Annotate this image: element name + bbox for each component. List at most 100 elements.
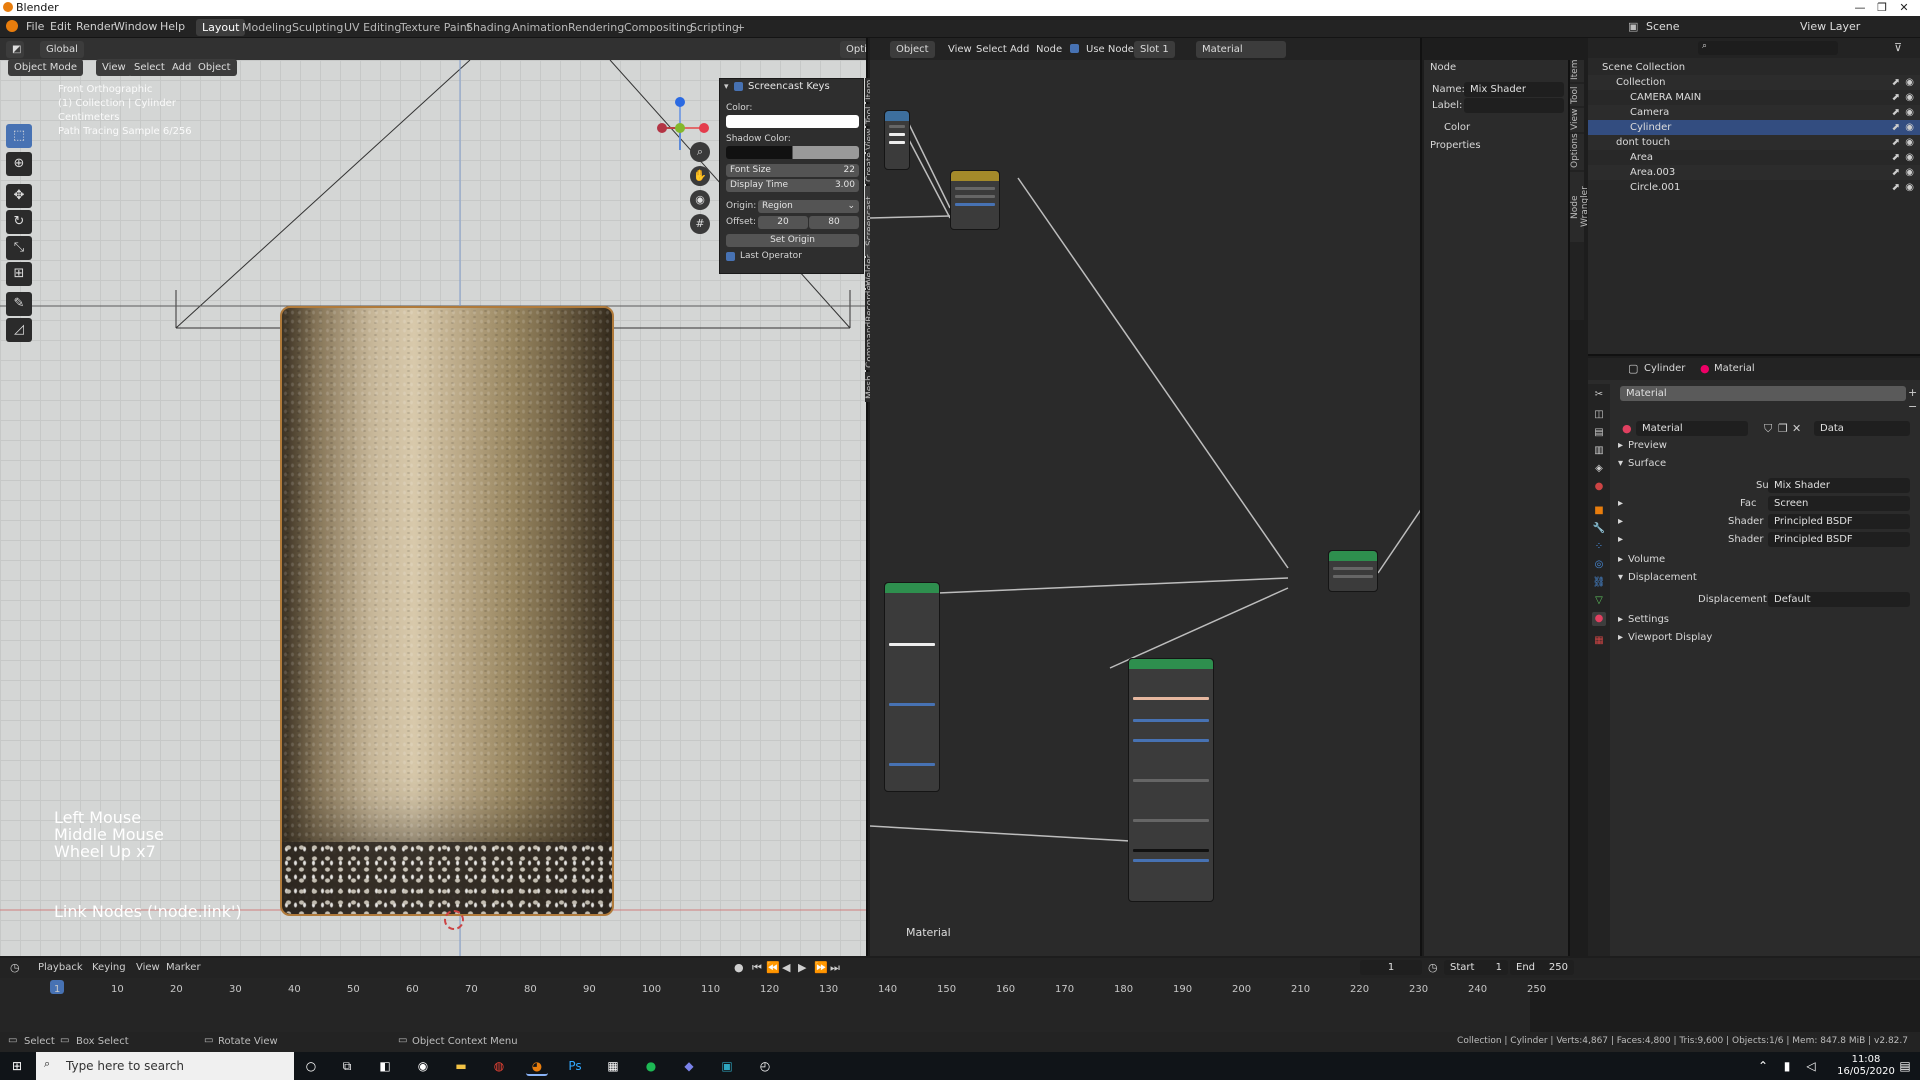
section-preview[interactable]: Preview (1628, 440, 1667, 451)
tab-node-wrangler[interactable]: Node Wrangler (1570, 172, 1590, 242)
outliner-row[interactable]: Area ⬈ ◉ (1588, 150, 1920, 165)
shadow-color-swatch[interactable] (726, 146, 859, 159)
prev-keyframe-icon[interactable]: ⏪ (766, 961, 780, 974)
object-props-icon[interactable]: ■ (1592, 504, 1606, 518)
material-browse-icon[interactable]: ● (1622, 422, 1632, 435)
move-tool-icon[interactable]: ✥ (6, 184, 32, 208)
offset-x-field[interactable]: 20 (758, 216, 808, 229)
file-explorer-icon[interactable]: ▬ (450, 1056, 472, 1076)
menu-help[interactable]: Help (160, 20, 185, 33)
section-volume[interactable]: Volume (1628, 554, 1665, 565)
duplicate-icon[interactable]: ❐ (1778, 422, 1788, 435)
mix-shader-node[interactable] (1328, 550, 1378, 592)
end-frame-field[interactable]: End 250 (1510, 960, 1574, 975)
last-operator-checkbox[interactable] (726, 252, 735, 261)
selectable-toggle-icon[interactable]: ⬈ (1892, 180, 1900, 195)
select-tool-icon[interactable]: ⬚ (6, 124, 32, 148)
origin-select[interactable]: Region ⌄ (758, 200, 859, 213)
visibility-eye-icon[interactable]: ◉ (1905, 180, 1914, 195)
jump-end-icon[interactable]: ⏭ (830, 961, 840, 975)
blender-taskbar-icon[interactable]: ◕ (526, 1056, 548, 1076)
section-displacement[interactable]: Displacement (1628, 572, 1697, 583)
node-name-field[interactable]: Mix Shader (1464, 82, 1564, 97)
timeline-menu-keying[interactable]: Keying (92, 962, 126, 973)
color-swatch[interactable] (726, 115, 859, 128)
jump-start-icon[interactable]: ⏮ (752, 961, 762, 975)
modifier-icon[interactable]: 🔧 (1592, 522, 1606, 536)
selectable-toggle-icon[interactable]: ⬈ (1892, 150, 1900, 165)
render-icon[interactable]: ◫ (1592, 408, 1606, 422)
blender-menu-icon[interactable] (6, 20, 18, 32)
windows-start-icon[interactable]: ⊞ (6, 1056, 28, 1076)
next-keyframe-icon[interactable]: ⏩ (814, 961, 828, 974)
outliner-row[interactable]: Camera ⬈ ◉ (1588, 105, 1920, 120)
app-icon-3[interactable]: ▣ (716, 1056, 738, 1076)
close-button[interactable]: ✕ (1884, 0, 1920, 16)
node-section-title[interactable]: Node (1430, 62, 1456, 73)
taskbar-time[interactable]: 11:08 (1836, 1054, 1896, 1065)
visibility-eye-icon[interactable]: ◉ (1905, 90, 1914, 105)
outliner-row[interactable]: Cylinder ⬈ ◉ (1588, 120, 1920, 135)
section-surface[interactable]: Surface (1628, 458, 1666, 469)
fac-input-select[interactable]: Screen (1768, 496, 1910, 511)
visibility-eye-icon[interactable]: ◉ (1905, 165, 1914, 180)
outliner-search-input[interactable]: ⌕ (1698, 41, 1838, 55)
cursor-tool-icon[interactable]: ⊕ (6, 152, 32, 176)
taskbar-date[interactable]: 16/05/2020 (1836, 1066, 1896, 1077)
view-layer-selector[interactable]: View Layer (1800, 20, 1860, 33)
selectable-toggle-icon[interactable]: ⬈ (1892, 105, 1900, 120)
timeline-menu-marker[interactable]: Marker (166, 962, 201, 973)
ortho-grid-icon[interactable]: # (690, 214, 710, 234)
visibility-eye-icon[interactable]: ◉ (1905, 75, 1914, 90)
remove-slot-icon[interactable]: − (1908, 400, 1917, 413)
material-name-field[interactable]: Material (1636, 421, 1748, 436)
filter-icon[interactable]: ⊽ (1894, 41, 1902, 54)
offset-y-field[interactable]: 80 (809, 216, 859, 229)
menu-edit[interactable]: Edit (50, 20, 71, 33)
timeline-menu-view[interactable]: View (136, 962, 160, 973)
outliner-row[interactable]: Scene Collection (1588, 60, 1920, 75)
start-frame-field[interactable]: Start 1 (1444, 960, 1508, 975)
selectable-toggle-icon[interactable]: ⬈ (1892, 75, 1900, 90)
displacement-method-select[interactable]: Default (1768, 592, 1910, 607)
material-link-select[interactable]: Data (1814, 421, 1910, 436)
texture-icon[interactable]: ▦ (1592, 634, 1606, 648)
particles-icon[interactable]: ⁘ (1592, 540, 1606, 554)
visibility-eye-icon[interactable]: ◉ (1905, 105, 1914, 120)
current-frame-field[interactable]: 1 (1360, 960, 1422, 975)
app-icon-2[interactable]: ◉ (412, 1056, 434, 1076)
preview-range-icon[interactable]: ◷ (1428, 961, 1438, 974)
set-origin-button[interactable]: Set Origin (726, 234, 859, 247)
outliner-row[interactable]: dont touch ⬈ ◉ (1588, 135, 1920, 150)
node-properties-section[interactable]: Properties (1430, 140, 1481, 151)
tray-chevron-icon[interactable]: ⌃ (1752, 1056, 1774, 1076)
panel-collapse-icon[interactable]: ▾ (724, 82, 729, 92)
timeline-menu-playback[interactable]: Playback (38, 962, 83, 973)
app-icon-4[interactable]: ◴ (754, 1056, 776, 1076)
tab-node-view[interactable]: View (1570, 108, 1584, 132)
node-label-field[interactable] (1464, 98, 1564, 113)
add-slot-icon[interactable]: + (1908, 386, 1917, 399)
tool-settings-icon[interactable]: ✂ (1592, 388, 1606, 402)
selectable-toggle-icon[interactable]: ⬈ (1892, 120, 1900, 135)
shader-node-editor[interactable]: Object View Select Add Node Use Nodes Sl… (870, 38, 1422, 956)
outliner-row[interactable]: Collection ⬈ ◉ (1588, 75, 1920, 90)
colorramp-node[interactable] (950, 170, 1000, 230)
visibility-eye-icon[interactable]: ◉ (1905, 120, 1914, 135)
menu-file[interactable]: File (26, 20, 44, 33)
transform-tool-icon[interactable]: ⊞ (6, 262, 32, 286)
font-size-field[interactable]: Font Size 22 (726, 164, 859, 177)
fake-user-icon[interactable]: ⛉ (1764, 422, 1772, 436)
measure-tool-icon[interactable]: ◿ (6, 318, 32, 342)
principled-bsdf-node-1[interactable] (884, 582, 940, 792)
task-view-icon[interactable]: ⧉ (336, 1056, 358, 1076)
node-color-toggle[interactable]: Color (1444, 122, 1470, 133)
calculator-icon[interactable]: ▦ (602, 1056, 624, 1076)
play-icon[interactable]: ▶ (798, 961, 806, 974)
taskbar-search-input[interactable]: ⌕ Type here to search (36, 1052, 294, 1080)
surface-shader-select[interactable]: Mix Shader (1768, 478, 1910, 493)
shader1-select[interactable]: Principled BSDF (1768, 514, 1910, 529)
record-icon[interactable]: ● (734, 961, 744, 974)
annotate-tool-icon[interactable]: ✎ (6, 292, 32, 316)
network-icon[interactable]: ▮ (1776, 1056, 1798, 1076)
